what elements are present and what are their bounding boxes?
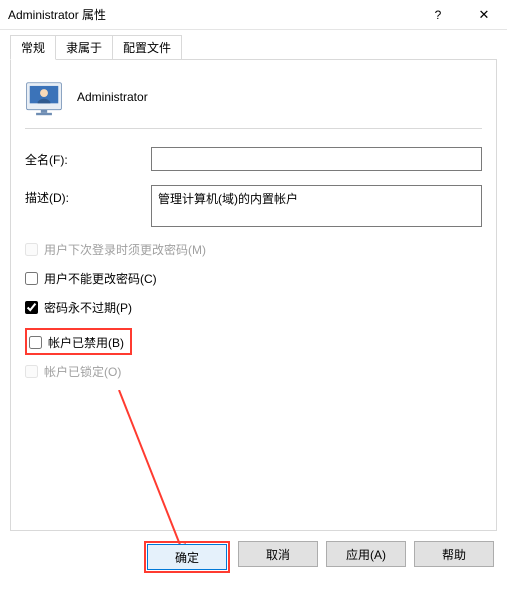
user-icon [25, 78, 63, 116]
close-button[interactable]: ✕ [461, 0, 507, 30]
highlight-ok-button: 确定 [144, 541, 230, 573]
apply-button[interactable]: 应用(A) [326, 541, 406, 567]
check-account-disabled[interactable]: 帐户已禁用(B) [29, 334, 124, 351]
fullname-input[interactable] [151, 147, 482, 171]
check-must-change-password-box [25, 243, 38, 256]
help-button[interactable]: ? [415, 0, 461, 30]
account-name: Administrator [77, 90, 148, 104]
tab-profile[interactable]: 配置文件 [112, 35, 182, 59]
check-account-locked: 帐户已锁定(O) [25, 363, 482, 380]
fullname-label: 全名(F): [25, 147, 151, 168]
title-bar: Administrator 属性 ? ✕ [0, 0, 507, 30]
check-cannot-change-password-box[interactable] [25, 272, 38, 285]
dialog-buttons: 确定 取消 应用(A) 帮助 [10, 541, 497, 573]
highlight-account-disabled: 帐户已禁用(B) [25, 328, 132, 355]
check-password-never-expires[interactable]: 密码永不过期(P) [25, 299, 482, 316]
help-button-bottom[interactable]: 帮助 [414, 541, 494, 567]
tab-panel-general: Administrator 全名(F): 描述(D): 管理计算机(域)的内置帐… [10, 59, 497, 531]
tab-strip: 常规 隶属于 配置文件 [10, 37, 497, 59]
check-account-disabled-box[interactable] [29, 336, 42, 349]
ok-button[interactable]: 确定 [147, 544, 227, 570]
check-account-locked-box [25, 365, 38, 378]
description-input[interactable]: 管理计算机(域)的内置帐户 [151, 185, 482, 227]
cancel-button[interactable]: 取消 [238, 541, 318, 567]
check-cannot-change-password[interactable]: 用户不能更改密码(C) [25, 270, 482, 287]
description-label: 描述(D): [25, 185, 151, 206]
check-password-never-expires-box[interactable] [25, 301, 38, 314]
check-must-change-password: 用户下次登录时须更改密码(M) [25, 241, 482, 258]
tab-general[interactable]: 常规 [10, 35, 56, 60]
tab-memberof[interactable]: 隶属于 [55, 35, 113, 59]
property-sheet: 常规 隶属于 配置文件 Administrator [10, 37, 497, 579]
window-title: Administrator 属性 [8, 6, 415, 23]
